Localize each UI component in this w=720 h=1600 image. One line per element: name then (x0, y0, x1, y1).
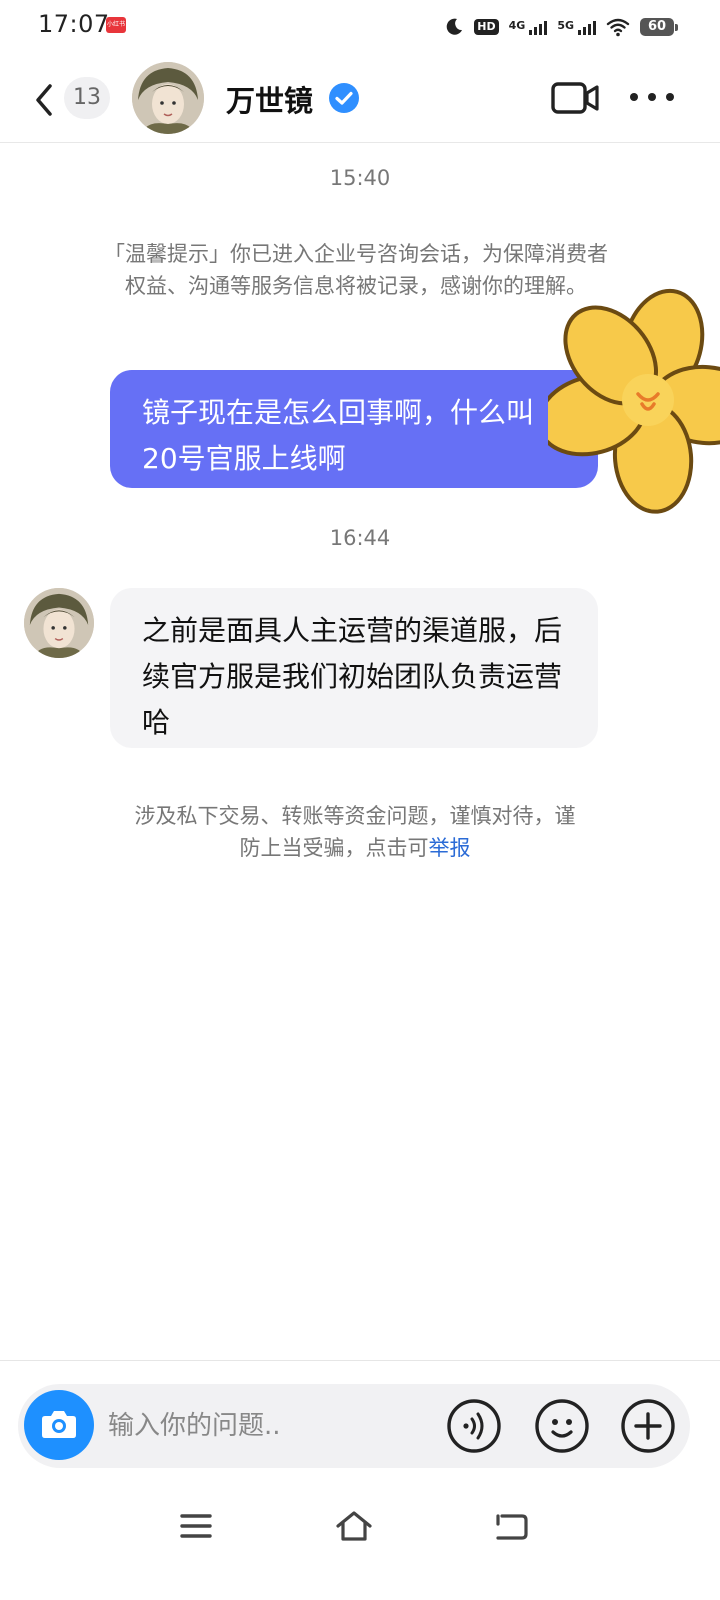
more-dot (648, 93, 656, 101)
wifi-icon (606, 18, 630, 37)
voice-button[interactable] (446, 1398, 502, 1454)
message-timestamp: 16:44 (329, 526, 391, 550)
more-options-button[interactable] (630, 90, 674, 104)
home-button[interactable] (334, 1508, 374, 1544)
safety-notice: 涉及私下交易、转账等资金问题，谨慎对待，谨防上当受骗，点击可举报 (130, 800, 580, 864)
camera-button[interactable] (24, 1390, 94, 1460)
status-icons: HD 4G 5G 60 (444, 12, 678, 42)
back-nav-button[interactable] (492, 1508, 532, 1544)
contact-name: 万世镜 (226, 84, 314, 118)
status-time: 17:07 (38, 10, 110, 38)
avatar-image (24, 588, 94, 658)
safety-notice-text: 涉及私下交易、转账等资金问题，谨慎对待，谨防上当受骗，点击可 (134, 804, 576, 860)
hd-badge: HD (474, 19, 499, 35)
back-button[interactable] (30, 80, 60, 120)
flower-sticker (548, 288, 720, 514)
status-bar: 17:07 小红书 HD 4G 5G 60 (0, 0, 720, 52)
camera-icon (42, 1411, 76, 1438)
menu-button[interactable] (176, 1508, 216, 1544)
input-divider (0, 1360, 720, 1361)
network-4g: 4G (509, 19, 548, 35)
video-call-button[interactable] (550, 80, 600, 116)
signal-icon (578, 19, 596, 35)
message-input[interactable] (108, 1404, 428, 1448)
contact-avatar[interactable] (132, 62, 204, 134)
chat-header: 13 万世镜 (0, 52, 720, 143)
verified-check-icon (329, 83, 359, 113)
signal-icon (529, 19, 548, 35)
more-dot (666, 93, 674, 101)
plus-button[interactable] (620, 1398, 676, 1454)
emoji-button[interactable] (534, 1398, 590, 1454)
outgoing-message-bubble[interactable]: 镜子现在是怎么回事啊，什么叫20号官服上线啊 (110, 370, 598, 488)
battery-indicator: 60 (640, 18, 678, 36)
network-4g-label: 4G (508, 19, 526, 32)
report-link[interactable]: 举报 (429, 836, 471, 860)
message-timestamp: 15:40 (329, 166, 391, 190)
avatar-image (132, 62, 204, 134)
app-notification-badge: 小红书 (106, 17, 126, 33)
sender-avatar[interactable] (24, 588, 94, 658)
network-5g-label: 5G (557, 19, 574, 32)
incoming-message-bubble[interactable]: 之前是面具人主运营的渠道服，后续官方服是我们初始团队负责运营哈 (110, 588, 598, 748)
system-notice: 「温馨提示」你已进入企业号咨询会话，为保障消费者权益、沟通等服务信息将被记录，感… (104, 242, 608, 298)
unread-count-badge[interactable]: 13 (64, 77, 110, 119)
network-5g: 5G (557, 19, 596, 35)
more-dot (630, 93, 638, 101)
do-not-disturb-icon (447, 18, 463, 35)
